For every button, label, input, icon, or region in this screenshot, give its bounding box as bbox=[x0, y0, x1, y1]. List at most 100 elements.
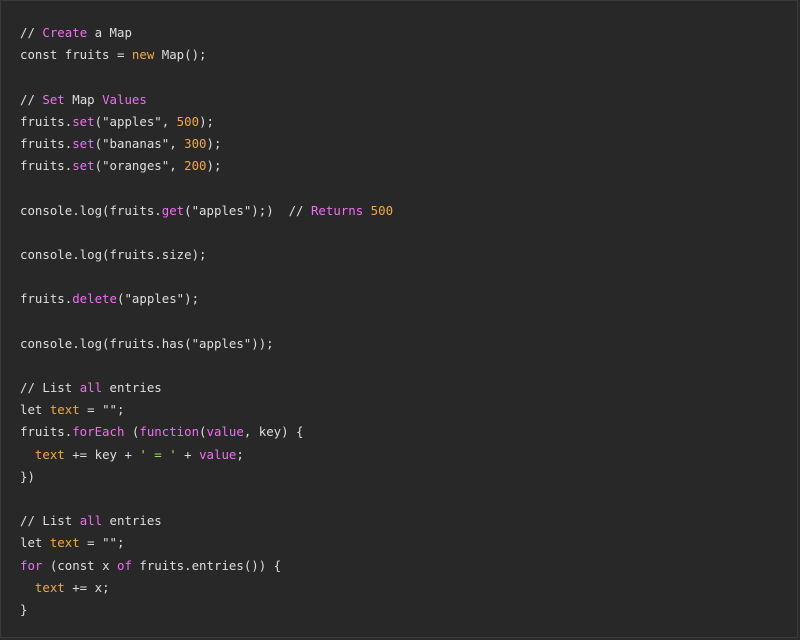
code-token: forEach bbox=[72, 424, 125, 440]
code-token: delete bbox=[72, 291, 117, 307]
code-token: fruits. bbox=[20, 135, 73, 151]
code-token: set bbox=[72, 135, 95, 151]
code-token: (const x bbox=[42, 557, 117, 573]
code-token: ("apples"); bbox=[116, 291, 200, 307]
code-token: ( bbox=[124, 424, 140, 440]
code-token: a Map bbox=[87, 25, 132, 40]
code-token: fruits. bbox=[20, 291, 73, 307]
code-token: new bbox=[131, 47, 155, 63]
code-token: ; bbox=[236, 446, 244, 462]
code-token: value bbox=[199, 446, 237, 462]
code-line: console.log(fruits.size); bbox=[20, 244, 393, 266]
code-line: }) bbox=[20, 466, 393, 488]
code-token: text bbox=[34, 579, 65, 595]
code-token: Set bbox=[42, 91, 65, 107]
code-token: += x; bbox=[64, 579, 110, 595]
code-line: let text = ""; bbox=[20, 399, 393, 421]
code-line: fruits.set("oranges", 200); bbox=[20, 155, 393, 177]
code-token: text bbox=[49, 535, 80, 551]
code-token: // bbox=[20, 25, 43, 40]
code-token: = ""; bbox=[79, 402, 125, 418]
code-token: console.log(fruits.size); bbox=[20, 246, 207, 262]
code-token: fruits. bbox=[20, 424, 73, 440]
code-token: // bbox=[20, 91, 43, 107]
code-line: const fruits = new Map(); bbox=[20, 44, 393, 66]
code-token: = ""; bbox=[79, 535, 125, 551]
code-token: console.log(fruits.has("apples")); bbox=[20, 335, 274, 351]
code-token: ("oranges", bbox=[94, 158, 185, 174]
code-token: all bbox=[79, 513, 103, 529]
code-line: text += x; bbox=[20, 577, 393, 599]
code-token: of bbox=[117, 557, 132, 573]
code-token: let bbox=[20, 402, 50, 418]
code-token: 500 bbox=[370, 202, 394, 218]
code-line: console.log(fruits.has("apples")); bbox=[20, 333, 393, 355]
code-token: += key + bbox=[64, 446, 140, 462]
code-line: fruits.set("bananas", 300); bbox=[20, 133, 393, 155]
code-token: set bbox=[72, 158, 95, 174]
code-token: } bbox=[20, 601, 28, 617]
code-line: } bbox=[20, 599, 393, 621]
code-token: ("bananas", bbox=[94, 135, 185, 151]
code-token: ); bbox=[206, 158, 222, 174]
code-token: value bbox=[206, 424, 244, 440]
code-line: // Set Map Values bbox=[20, 89, 393, 111]
code-token: fruits. bbox=[20, 158, 73, 174]
code-token: // List bbox=[20, 513, 80, 529]
code-token: Returns bbox=[310, 202, 364, 218]
code-token: text bbox=[34, 446, 65, 462]
code-line: fruits.forEach (function(value, key) { bbox=[20, 421, 393, 443]
code-token: Create bbox=[42, 25, 88, 40]
code-token: ("apples", bbox=[94, 113, 177, 129]
code-token: text bbox=[49, 402, 80, 418]
code-line: text += key + ' = ' + value; bbox=[20, 444, 393, 466]
code-token: ( bbox=[199, 424, 207, 440]
code-token: 500 bbox=[176, 113, 200, 129]
code-token: for bbox=[20, 557, 43, 573]
code-line: fruits.delete("apples"); bbox=[20, 288, 393, 310]
code-line: let text = ""; bbox=[20, 532, 393, 554]
code-line: console.log(fruits.get("apples");) // Re… bbox=[20, 200, 393, 222]
code-token: 300 bbox=[184, 135, 207, 151]
code-token: + bbox=[176, 446, 200, 462]
code-token: }) bbox=[20, 468, 35, 484]
code-block[interactable]: // Create a Map const fruits = new Map();… bbox=[20, 22, 393, 621]
code-token: ); bbox=[199, 113, 214, 129]
code-line: // List all entries bbox=[20, 377, 393, 399]
code-token: fruits. bbox=[20, 113, 73, 129]
code-token: entries bbox=[102, 513, 162, 529]
code-token: fruits.entries()) { bbox=[131, 557, 282, 573]
code-line: for (const x of fruits.entries()) { bbox=[20, 555, 393, 577]
code-token: const fruits = bbox=[20, 47, 132, 63]
code-token: ("apples");) // bbox=[184, 202, 311, 218]
code-editor[interactable]: // Create a Map const fruits = new Map();… bbox=[0, 0, 798, 638]
code-token: all bbox=[79, 380, 103, 395]
code-token: entries bbox=[102, 380, 162, 395]
code-line: // List all entries bbox=[20, 510, 393, 532]
code-token: // List bbox=[20, 380, 80, 395]
code-line: fruits.set("apples", 500); bbox=[20, 111, 393, 133]
code-token: 200 bbox=[184, 158, 207, 174]
code-token: get bbox=[161, 202, 185, 218]
code-token: let bbox=[20, 535, 50, 551]
code-token: ); bbox=[206, 135, 222, 151]
code-token: ' = ' bbox=[139, 446, 177, 462]
code-line: // Create a Map bbox=[20, 22, 393, 44]
code-token: Map bbox=[64, 91, 103, 107]
code-token: Map(); bbox=[154, 47, 207, 63]
code-token: console.log(fruits. bbox=[20, 202, 162, 218]
code-token: set bbox=[72, 113, 95, 129]
code-token: , key) { bbox=[243, 424, 304, 440]
code-token: Values bbox=[102, 91, 147, 107]
code-token: function bbox=[139, 424, 200, 440]
